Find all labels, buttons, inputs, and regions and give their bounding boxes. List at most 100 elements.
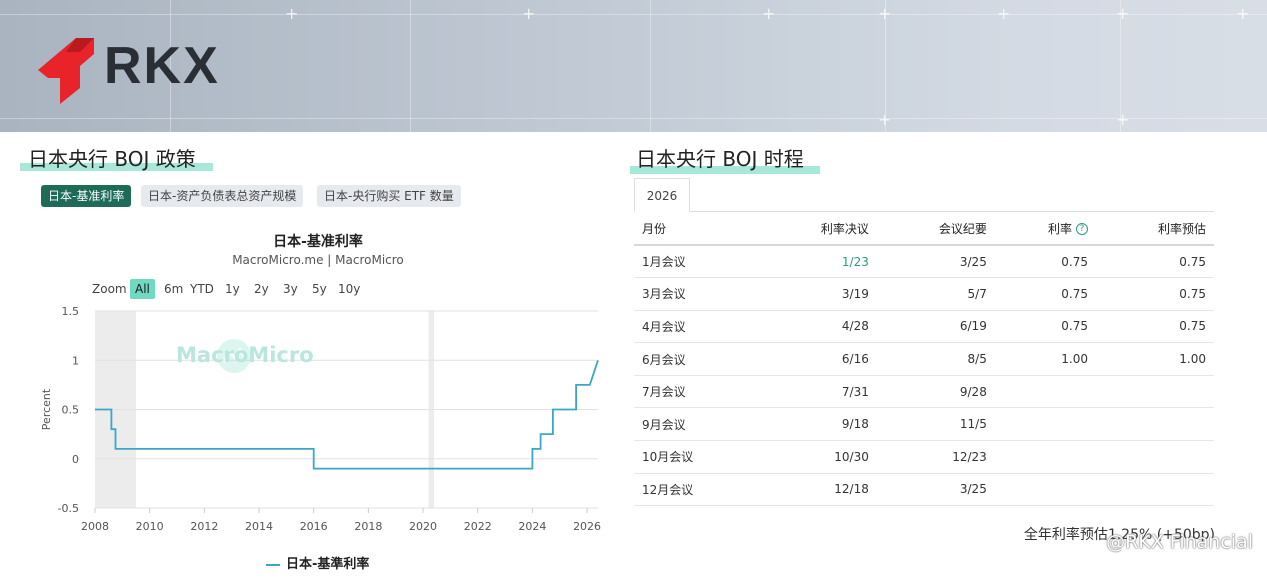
cell-rate-decision: 7/31 (758, 375, 877, 409)
cell-rate (994, 440, 1096, 474)
cell-rate-forecast (1095, 407, 1214, 442)
plus-icon: + (997, 4, 1011, 23)
table-row: 1月会议 1/23 3/25 0.75 0.75 (634, 245, 1214, 279)
cell-month: 6月会议 (634, 342, 759, 376)
x-tick-label: 2010 (136, 520, 164, 533)
x-tick-label: 2016 (300, 520, 328, 533)
x-tick-label: 2012 (190, 520, 218, 533)
x-tick-label: 2026 (573, 520, 601, 533)
cell-rate-forecast (1095, 473, 1214, 507)
cell-rate-decision: 10/30 (758, 440, 877, 474)
header-banner: + + + + + + + + + RKX (0, 0, 1267, 132)
x-tick-label: 2022 (464, 520, 492, 533)
col-rate-decision: 利率决议 (758, 212, 877, 246)
x-tick-label: 2014 (245, 520, 273, 533)
chart-title: 日本-基准利率 (273, 234, 363, 250)
cell-month: 3月会议 (634, 277, 759, 311)
cell-minutes: 3/25 (876, 473, 995, 507)
zoom-3y-button[interactable]: 3y (278, 279, 303, 299)
boj-policy-title: 日本央行 BOJ 政策 (28, 147, 196, 171)
banner-grid-line (650, 0, 651, 132)
y-tick-label: 1 (72, 354, 79, 367)
legend-label: 日本-基準利率 (286, 557, 370, 572)
cell-rate-decision: 12/18 (758, 473, 877, 507)
tab-balance-sheet[interactable]: 日本-资产负债表总资产规模 (141, 185, 304, 207)
cell-rate: 0.75 (994, 245, 1096, 279)
y-tick-label: 1.5 (62, 305, 80, 318)
y-axis-label: Percent (40, 388, 53, 430)
x-tick-label: 2018 (354, 520, 382, 533)
zoom-2y-button[interactable]: 2y (249, 279, 274, 299)
y-tick-label: 0 (72, 453, 79, 466)
plus-icon: + (1116, 110, 1130, 129)
meeting-schedule-table: 月份 利率决议 会议纪要 利率? 利率预估 1月会议 1/23 3/25 0.75 0.… (634, 212, 1214, 507)
rkx-financial-watermark: @RKX Financial (1106, 531, 1253, 553)
cell-month: 9月会议 (634, 407, 759, 442)
table-row: 9月会议 9/18 11/5 (634, 407, 1214, 442)
cell-rate (994, 375, 1096, 409)
cell-rate: 1.00 (994, 342, 1096, 376)
plus-icon: + (762, 4, 776, 23)
zoom-5y-button[interactable]: 5y (307, 279, 332, 299)
cell-rate-decision: 3/19 (758, 277, 877, 311)
banner-grid-line (0, 14, 1267, 15)
col-rate-label: 利率 (1047, 221, 1072, 236)
plus-icon: + (1236, 4, 1250, 23)
table-row: 4月会议 4/28 6/19 0.75 0.75 (634, 310, 1214, 344)
cell-month: 7月会议 (634, 375, 759, 409)
legend-line-swatch (266, 563, 280, 566)
cell-minutes: 11/5 (876, 407, 995, 442)
col-month: 月份 (634, 212, 759, 246)
zoom-10y-button[interactable]: 10y (333, 279, 365, 299)
tab-policy-rate[interactable]: 日本-基准利率 (41, 185, 132, 207)
plus-icon: + (878, 4, 892, 23)
banner-grid-line (0, 118, 1267, 119)
cell-rate-forecast: 0.75 (1095, 245, 1214, 279)
tab-etf-purchases[interactable]: 日本-央行购买 ETF 数量 (317, 185, 461, 207)
cell-rate: 0.75 (994, 310, 1096, 344)
zoom-label: Zoom (92, 282, 127, 296)
chart-legend[interactable]: 日本-基準利率 (266, 553, 369, 572)
cell-rate-forecast: 0.75 (1095, 310, 1214, 344)
cell-rate-decision: 4/28 (758, 310, 877, 344)
y-tick-label: -0.5 (58, 502, 79, 515)
zoom-all-button[interactable]: All (130, 279, 155, 299)
cell-minutes: 12/23 (876, 440, 995, 474)
cell-minutes: 9/28 (876, 375, 995, 409)
cell-rate-forecast: 0.75 (1095, 277, 1214, 311)
chart-subtitle: MacroMicro.me | MacroMicro (232, 253, 404, 267)
cell-rate (994, 473, 1096, 507)
cell-rate-forecast (1095, 375, 1214, 409)
help-icon[interactable]: ? (1075, 223, 1088, 235)
cell-rate-decision: 9/18 (758, 407, 877, 442)
zoom-6m-button[interactable]: 6m (159, 279, 188, 299)
cell-rate-forecast: 1.00 (1095, 342, 1214, 376)
cell-minutes: 3/25 (876, 245, 995, 279)
table-header-row: 月份 利率决议 会议纪要 利率? 利率预估 (634, 212, 1214, 246)
y-tick-label: 0.5 (62, 404, 80, 417)
boj-schedule-title: 日本央行 BOJ 时程 (636, 147, 804, 171)
x-tick-label: 2024 (518, 520, 546, 533)
table-row: 3月会议 3/19 5/7 0.75 0.75 (634, 277, 1214, 311)
banner-grid-line (410, 0, 411, 132)
tab-year-2026[interactable]: 2026 (634, 178, 690, 212)
cell-rate-decision: 6/16 (758, 342, 877, 376)
cell-month: 4月会议 (634, 310, 759, 344)
zoom-ytd-button[interactable]: YTD (185, 279, 219, 299)
plus-icon: + (1116, 4, 1130, 23)
col-rate: 利率? (994, 212, 1096, 246)
plus-icon: + (878, 110, 892, 129)
rkx-logo-text: RKX (104, 37, 220, 95)
cell-minutes: 6/19 (876, 310, 995, 344)
plus-icon: + (522, 4, 536, 23)
table-row: 7月会议 7/31 9/28 (634, 375, 1214, 409)
cell-month: 1月会议 (634, 245, 759, 279)
col-minutes: 会议纪要 (876, 212, 995, 246)
macromicro-watermark: MacroMicro (176, 343, 314, 367)
cell-rate (994, 407, 1096, 442)
cell-month: 10月会议 (634, 440, 759, 474)
cell-minutes: 5/7 (876, 277, 995, 311)
zoom-1y-button[interactable]: 1y (220, 279, 245, 299)
plus-icon: + (285, 4, 299, 23)
cell-rate-decision[interactable]: 1/23 (758, 245, 877, 279)
